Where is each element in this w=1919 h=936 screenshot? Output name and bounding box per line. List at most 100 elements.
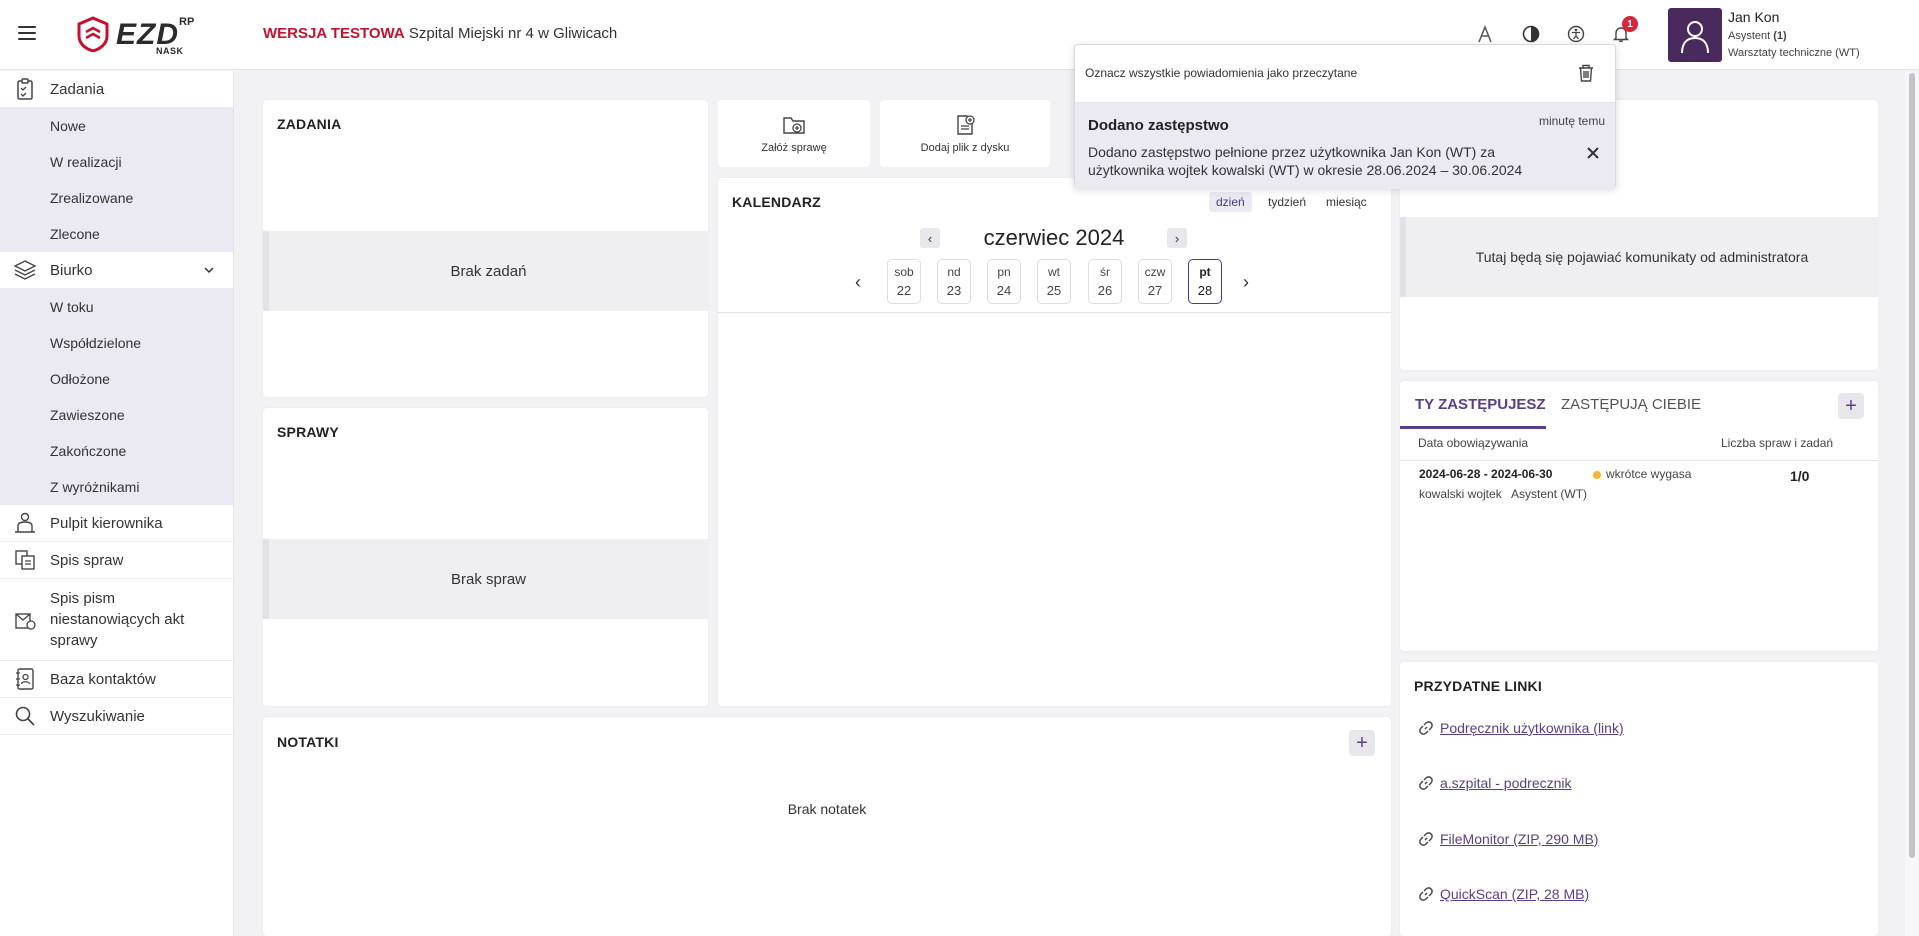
sidebar-item-nowe[interactable]: Nowe: [0, 108, 233, 144]
replacements-panel: [1400, 381, 1878, 651]
next-month-button[interactable]: ›: [1167, 228, 1187, 248]
chevron-down-icon[interactable]: [203, 264, 215, 276]
replacement-range: 2024-06-28 - 2024-06-30: [1419, 467, 1553, 481]
chevron-right-icon: ›: [1174, 230, 1180, 246]
ezd-logo[interactable]: EZD RP NASK: [76, 14, 206, 56]
day-tile[interactable]: nd 23: [937, 259, 971, 304]
scrollbar-thumb[interactable]: [1909, 73, 1915, 858]
bell-icon[interactable]: 1: [1609, 16, 1638, 46]
day-tile[interactable]: śr 26: [1088, 259, 1122, 304]
sidebar-item-wspoldzielone[interactable]: Współdzielone: [0, 325, 233, 361]
accessibility-icon[interactable]: [1564, 22, 1588, 46]
add-file-button[interactable]: Dodaj plik z dysku: [880, 100, 1050, 167]
menu-icon[interactable]: [18, 26, 36, 42]
tab-zastepuja-ciebie[interactable]: ZASTĘPUJĄ CIEBIE: [1561, 396, 1701, 413]
zadania-submenu: Nowe W realizacji Zrealizowane Zlecone: [0, 108, 233, 252]
view-week-button[interactable]: tydzień: [1261, 192, 1313, 212]
next-days-button[interactable]: ›: [1243, 272, 1249, 293]
create-case-label: Załóż sprawę: [761, 141, 827, 154]
link-icon: [1419, 887, 1433, 901]
sidebar-item-zrealizowane[interactable]: Zrealizowane: [0, 180, 233, 216]
user-name[interactable]: Jan Kon: [1728, 9, 1779, 25]
font-size-icon[interactable]: [1473, 22, 1497, 46]
replacement-person-name: kowalski wojtek: [1419, 487, 1502, 501]
column-header-count: Liczba spraw i zadań: [1721, 436, 1834, 450]
notifications-toolbar: Oznacz wszystkie powiadomienia jako prze…: [1075, 45, 1615, 103]
file-add-icon: [957, 114, 975, 135]
contrast-icon[interactable]: [1519, 22, 1543, 46]
day-number: 26: [1097, 283, 1113, 298]
notification-item[interactable]: Dodano zastępstwo minutę temu Dodano zas…: [1075, 103, 1615, 189]
prev-month-button[interactable]: ‹: [920, 228, 940, 248]
mark-all-read-link[interactable]: Oznacz wszystkie powiadomienia jako prze…: [1085, 66, 1357, 80]
cases-empty-message: Brak spraw: [263, 539, 708, 619]
day-name: śr: [1100, 265, 1110, 279]
link-filemonitor[interactable]: FileMonitor (ZIP, 290 MB): [1440, 831, 1598, 847]
link-item[interactable]: FileMonitor (ZIP, 290 MB): [1418, 831, 1598, 847]
sidebar-item-zadania[interactable]: Zadania: [0, 71, 233, 108]
sidebar-item-label: Baza kontaktów: [50, 670, 156, 688]
day-name: czw: [1144, 265, 1166, 279]
sidebar-item-label: Wyszukiwanie: [50, 707, 145, 725]
sidebar-item-wyszukiwanie[interactable]: Wyszukiwanie: [0, 698, 233, 735]
sidebar-item-w-realizacji[interactable]: W realizacji: [0, 144, 233, 180]
header-divider: [1400, 460, 1878, 461]
notification-badge: 1: [1622, 16, 1638, 32]
day-tile[interactable]: pn 24: [987, 259, 1021, 304]
add-replacement-button[interactable]: +: [1838, 393, 1864, 419]
app-header: EZD RP NASK WERSJA TESTOWA Szpital Miejs…: [0, 0, 1919, 70]
day-tile[interactable]: sob 22: [887, 259, 921, 304]
trash-icon[interactable]: [1575, 62, 1597, 84]
sidebar-item-baza-kontaktow[interactable]: Baza kontaktów: [0, 661, 233, 698]
sidebar-item-zawieszone[interactable]: Zawieszone: [0, 397, 233, 433]
notes-title: NOTATKI: [277, 734, 339, 750]
view-day-button[interactable]: dzień: [1209, 192, 1252, 212]
logo-sub: NASK: [156, 46, 184, 56]
shield-logo-icon: [77, 16, 109, 52]
environment-title: WERSJA TESTOWA Szpital Miejski nr 4 w Gl…: [263, 25, 617, 42]
day-number: 24: [996, 283, 1012, 298]
day-number: 28: [1197, 283, 1213, 298]
sidebar-item-label: Pulpit kierownika: [50, 514, 163, 532]
day-name: pn: [997, 265, 1011, 279]
institution-name: Szpital Miejski nr 4 w Gliwicach: [408, 25, 618, 42]
close-icon[interactable]: [1585, 145, 1601, 161]
search-icon: [15, 706, 35, 726]
create-case-button[interactable]: Załóż sprawę: [718, 100, 870, 167]
link-quickscan[interactable]: QuickScan (ZIP, 28 MB): [1440, 886, 1589, 902]
link-szpital-podrecznik[interactable]: a.szpital - podrecznik: [1440, 775, 1572, 791]
add-note-button[interactable]: +: [1349, 730, 1375, 756]
sidebar-item-label: Spis spraw: [50, 551, 124, 569]
day-number: 27: [1147, 283, 1163, 298]
day-tile[interactable]: wt 25: [1037, 259, 1071, 304]
admin-message: Tutaj będą się pojawiać komunikaty od ad…: [1400, 217, 1878, 297]
calendar-title: KALENDARZ: [732, 194, 821, 210]
sidebar-item-w-toku[interactable]: W toku: [0, 289, 233, 325]
sidebar-item-pulpit-kierownika[interactable]: Pulpit kierownika: [0, 505, 233, 542]
link-item[interactable]: a.szpital - podrecznik: [1418, 775, 1572, 791]
status-dot-icon: [1593, 471, 1601, 479]
notifications-popup: Oznacz wszystkie powiadomienia jako prze…: [1074, 44, 1616, 189]
link-item[interactable]: QuickScan (ZIP, 28 MB): [1418, 886, 1589, 902]
sidebar-item-spis-pism[interactable]: Spis pism niestanowiących akt sprawy: [0, 579, 233, 661]
sidebar-item-spis-spraw[interactable]: Spis spraw: [0, 542, 233, 579]
sidebar-item-z-wyroznikami[interactable]: Z wyróżnikami: [0, 469, 233, 505]
day-tile[interactable]: czw 27: [1138, 259, 1172, 304]
day-name: nd: [947, 265, 961, 279]
notification-body: Dodano zastępstwo pełnione przez użytkow…: [1088, 144, 1523, 178]
avatar[interactable]: [1668, 8, 1722, 62]
day-tile-selected[interactable]: pt 28: [1188, 259, 1222, 304]
view-month-button[interactable]: miesiąc: [1319, 192, 1374, 212]
calendar-panel: KALENDARZ: [718, 178, 1391, 706]
link-item[interactable]: Podręcznik użytkownika (link): [1418, 720, 1624, 736]
link-podrecznik-uzytkownika[interactable]: Podręcznik użytkownika (link): [1440, 720, 1624, 736]
sidebar-item-zlecone[interactable]: Zlecone: [0, 216, 233, 252]
sidebar-item-label: Zadania: [50, 80, 105, 98]
logo-sup: RP: [179, 16, 195, 28]
sidebar-item-odlozone[interactable]: Odłożone: [0, 361, 233, 397]
page-scrollbar[interactable]: [1905, 71, 1919, 936]
prev-days-button[interactable]: ‹: [855, 272, 861, 293]
sidebar-item-zakonczone[interactable]: Zakończone: [0, 433, 233, 469]
sidebar-item-biurko[interactable]: Biurko: [0, 252, 233, 289]
tab-ty-zastepujesz[interactable]: TY ZASTĘPUJESZ: [1415, 396, 1546, 413]
